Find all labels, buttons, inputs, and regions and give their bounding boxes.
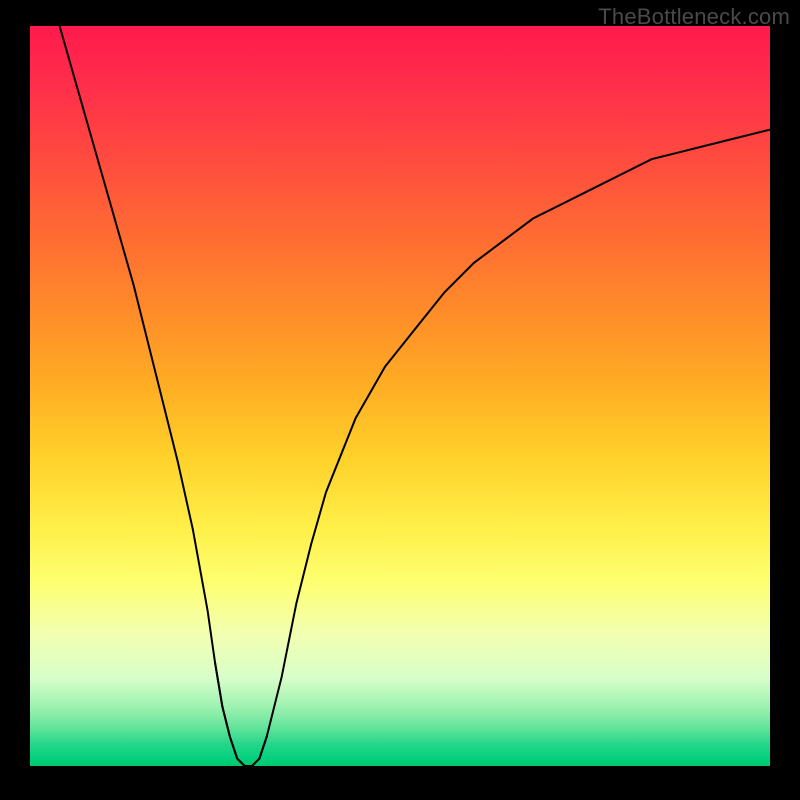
bottleneck-curve-line bbox=[60, 26, 770, 766]
chart-svg bbox=[30, 26, 770, 766]
chart-frame: TheBottleneck.com bbox=[0, 0, 800, 800]
recommended-range-segment bbox=[215, 662, 267, 766]
plot-area bbox=[30, 26, 770, 766]
